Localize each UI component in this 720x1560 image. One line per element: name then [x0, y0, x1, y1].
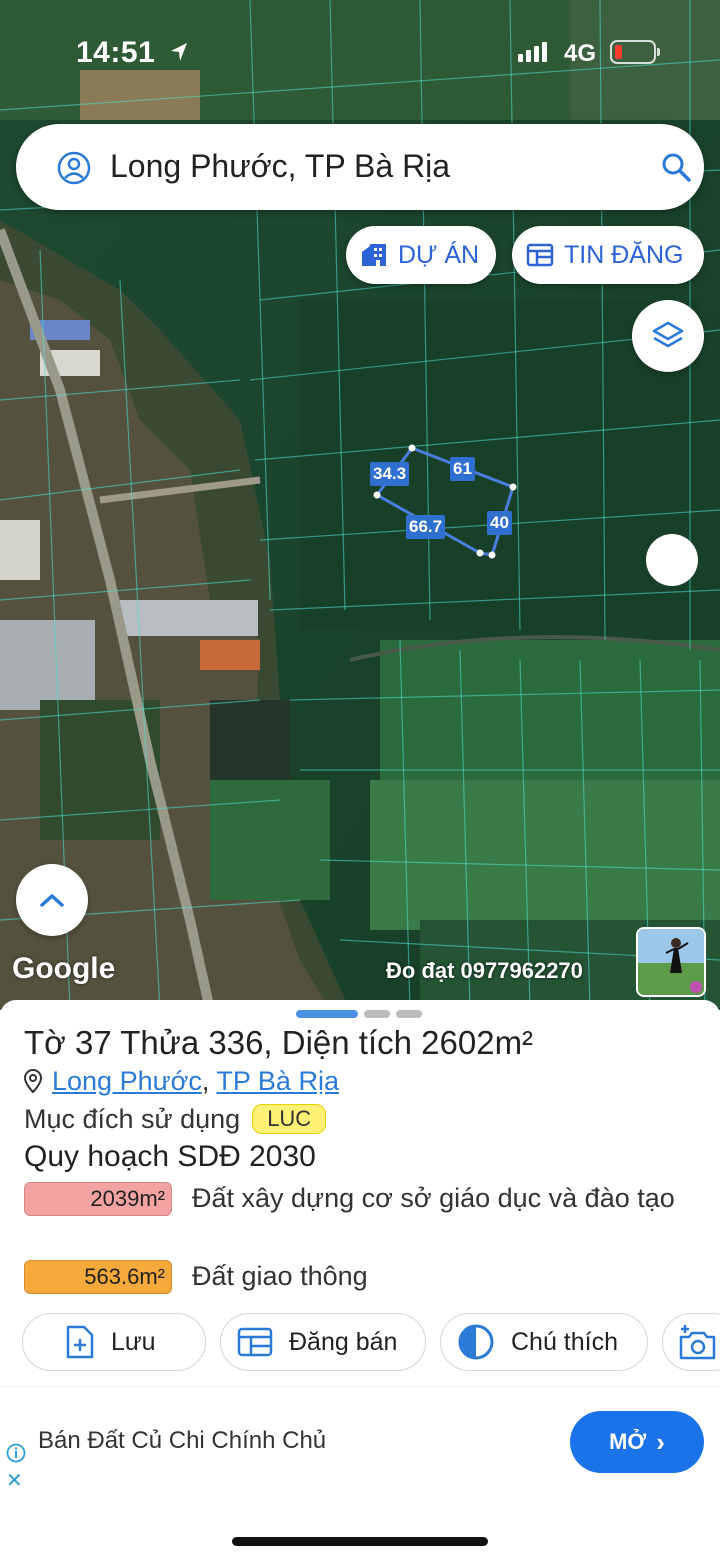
location-arrow-icon	[170, 36, 188, 70]
purpose-label: Mục đích sử dụng	[24, 1104, 241, 1134]
status-bar: 14:51 4G	[0, 0, 720, 100]
ad-close-icon[interactable]: ✕	[6, 1471, 23, 1491]
sell-label: Đăng bán	[289, 1327, 398, 1356]
du-an-label: DỰ ÁN	[398, 240, 480, 269]
map-view[interactable]: 34.3 61 66.7 40 14:51 4G Long Phước, TP …	[0, 0, 720, 1010]
search-icon[interactable]	[660, 151, 692, 188]
sell-button[interactable]: Đăng bán	[220, 1313, 426, 1371]
user-icon[interactable]	[56, 150, 92, 191]
ad-info-icon[interactable]	[6, 1443, 26, 1468]
map-pin-icon	[23, 1068, 43, 1100]
city-link[interactable]: TP Bà Rịa	[216, 1066, 339, 1096]
zone-area-badge: 2039m²	[24, 1182, 172, 1216]
purpose-badge: LUC	[252, 1104, 327, 1134]
building-icon	[362, 244, 386, 266]
network-type: 4G	[564, 40, 597, 67]
save-button[interactable]: Lưu	[22, 1313, 206, 1371]
ad-banner[interactable]: Bán Đất Củ Chi Chính Chủ ✕ MỞ ›	[0, 1386, 720, 1496]
parcel-location: Long Phước, TP Bà Rịa	[23, 1066, 339, 1100]
land-use-purpose: Mục đích sử dụng LUC	[24, 1104, 327, 1135]
zone-label: Đất giao thông	[192, 1261, 368, 1291]
parcel-dimension-label: 40	[487, 511, 512, 535]
plan-title: Quy hoạch SDĐ 2030	[24, 1140, 316, 1173]
save-label: Lưu	[111, 1327, 156, 1356]
layers-icon	[652, 321, 684, 348]
locate-button[interactable]	[646, 534, 698, 586]
add-file-icon	[66, 1325, 94, 1359]
location-separator: ,	[201, 1066, 210, 1096]
sheet-page-indicator[interactable]	[396, 1010, 422, 1018]
ad-open-button[interactable]: MỞ ›	[570, 1411, 704, 1473]
signal-icon	[518, 42, 547, 62]
status-time: 14:51	[76, 36, 188, 70]
sheet-page-indicator[interactable]	[296, 1010, 358, 1018]
clock: 14:51	[76, 36, 156, 69]
du-an-button[interactable]: DỰ ÁN	[346, 226, 496, 284]
listing-icon	[526, 243, 554, 267]
sheet-page-indicator[interactable]	[364, 1010, 390, 1018]
ad-title[interactable]: Bán Đất Củ Chi Chính Chủ	[38, 1427, 326, 1455]
search-bar[interactable]: Long Phước, TP Bà Rịa	[16, 124, 704, 210]
zone-area-badge: 563.6m²	[24, 1260, 172, 1294]
chevron-right-icon: ›	[656, 1426, 665, 1457]
parcel-dimension-label: 34.3	[370, 462, 410, 486]
watermark-text: Đo đạt 0977962270	[386, 958, 583, 983]
google-logo: Google	[12, 952, 116, 985]
parcel-dimension-label: 61	[450, 457, 475, 481]
add-camera-icon	[679, 1325, 716, 1360]
add-photo-button[interactable]	[662, 1313, 720, 1371]
legend-button[interactable]: Chú thích	[440, 1313, 648, 1371]
ward-link[interactable]: Long Phước	[52, 1066, 202, 1096]
parcel-title: Tờ 37 Thửa 336, Diện tích 2602m²	[24, 1024, 534, 1061]
profile-thumbnail[interactable]	[636, 927, 706, 997]
zone-label: Đất xây dựng cơ sở giáo dục và đào tạo	[192, 1183, 675, 1213]
listing-icon	[237, 1327, 273, 1357]
battery-icon	[610, 40, 660, 64]
expand-button[interactable]	[16, 864, 88, 936]
ad-open-label: MỞ	[609, 1429, 647, 1454]
tin-dang-button[interactable]: TIN ĐĂNG	[512, 226, 704, 284]
legend-label: Chú thích	[511, 1327, 619, 1356]
tin-dang-label: TIN ĐĂNG	[564, 240, 684, 269]
parcel-dimension-label: 66.7	[406, 515, 446, 539]
contrast-icon	[458, 1324, 494, 1360]
chevron-up-icon	[40, 894, 64, 907]
search-query[interactable]: Long Phước, TP Bà Rịa	[110, 148, 450, 185]
layers-button[interactable]	[632, 300, 704, 372]
home-indicator[interactable]	[232, 1537, 488, 1546]
